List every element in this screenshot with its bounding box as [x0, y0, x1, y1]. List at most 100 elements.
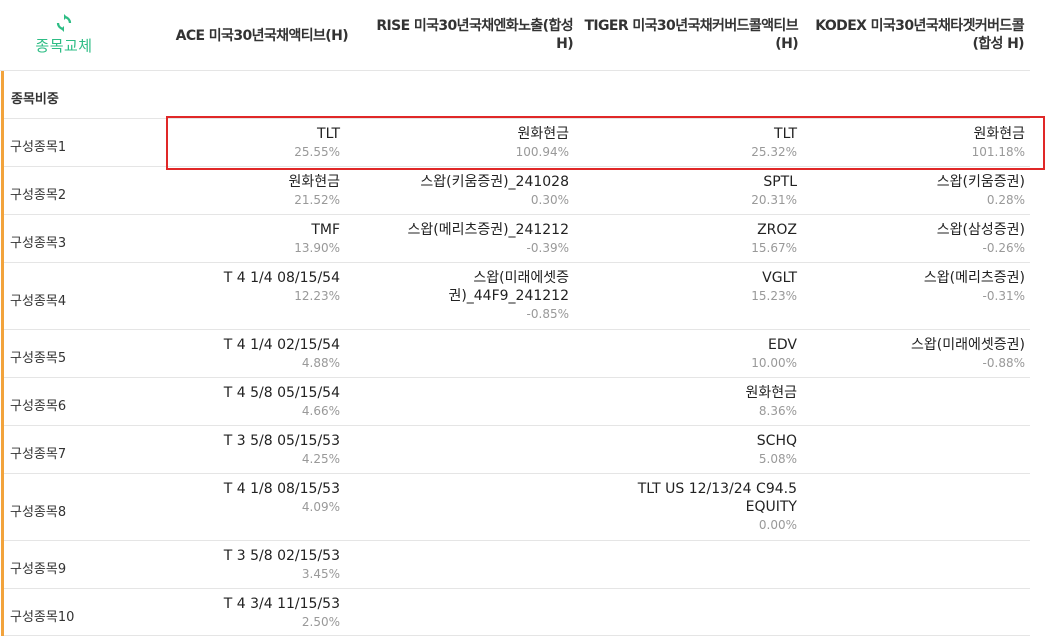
holding-weight: 3.45% [301, 567, 340, 581]
holding-cell: TLT 25.32% [584, 125, 797, 161]
table-row: 구성종목8 T 4 1/8 08/15/53 4.09% TLT US 12/13/2… [4, 474, 1030, 541]
holding-cell: 원화현금 101.18% [810, 125, 1025, 161]
holding-name: 스왑(미래에셋증권) [911, 337, 1025, 353]
holding-cell: EDV 10.00% [584, 336, 797, 372]
holding-weight: 13.90% [294, 241, 340, 255]
holding-weight: 100.94% [515, 145, 569, 159]
holding-name: T 3 5/8 05/15/53 [223, 433, 340, 449]
column-header-tiger: TIGER 미국30년국채커버드콜액티브(H) [584, 18, 798, 52]
holding-cell: 스왑(키움증권)_241028 0.30% [364, 173, 569, 209]
holding-cell: TLT 25.55% [154, 125, 340, 161]
holding-cell: T 3 5/8 05/15/53 4.25% [154, 432, 340, 468]
holding-cell: TLT US 12/13/24 C94.5 EQUITY 0.00% [624, 480, 797, 534]
table-row: 구성종목9 T 3 5/8 02/15/53 3.45% [4, 541, 1030, 589]
holding-name: TMF [311, 222, 340, 238]
table-row: 구성종목3 TMF 13.90% 스왑(메리츠증권)_241212 -0.39% ZROZ… [4, 215, 1030, 263]
holding-cell: T 4 1/8 08/15/53 4.09% [154, 480, 340, 516]
holding-weight: -0.39% [526, 241, 569, 255]
holding-cell: 스왑(키움증권) 0.28% [810, 173, 1025, 209]
row-label: 구성종목6 [10, 399, 67, 414]
holding-cell: T 4 1/4 08/15/54 12.23% [154, 269, 340, 305]
holding-weight: -0.26% [982, 241, 1025, 255]
holding-weight: -0.31% [982, 289, 1025, 303]
row-label: 구성종목9 [10, 562, 67, 577]
table-row: 구성종목4 T 4 1/4 08/15/54 12.23% 스왑(미래에셋증권)_44… [4, 263, 1030, 330]
holding-weight: 4.09% [301, 500, 340, 514]
holding-name: 원화현금 [288, 174, 340, 190]
table-row: 구성종목2 원화현금 21.52% 스왑(키움증권)_241028 0.30% SPTL 2… [4, 167, 1030, 215]
refresh-icon [56, 14, 72, 32]
holding-cell: VGLT 15.23% [584, 269, 797, 305]
row-label: 구성종목8 [10, 505, 67, 520]
holding-name: 원화현금 [745, 385, 797, 401]
holding-name: 스왑(삼성증권) [936, 222, 1025, 238]
row-label: 구성종목10 [10, 610, 75, 625]
holding-name: 원화현금 [973, 126, 1025, 142]
holding-name: EDV [768, 337, 797, 353]
swap-holdings-button[interactable]: 종목교체 [12, 14, 116, 56]
holding-cell: 스왑(메리츠증권)_241212 -0.39% [364, 221, 569, 257]
holding-weight: -0.85% [526, 307, 569, 321]
holding-name: ZROZ [757, 222, 797, 238]
table-row: 구성종목10 T 4 3/4 11/15/53 2.50% [4, 589, 1030, 636]
row-label: 구성종목5 [10, 351, 67, 366]
holding-cell: T 4 1/4 02/15/54 4.88% [154, 336, 340, 372]
row-label: 구성종목7 [10, 447, 67, 462]
table-row: 구성종목7 T 3 5/8 05/15/53 4.25% SCHQ 5.08% [4, 426, 1030, 474]
column-header-rise: RISE 미국30년국채엔화노출(합성 H) [376, 18, 573, 52]
holding-name: SPTL [763, 174, 797, 190]
swap-holdings-label: 종목교체 [35, 37, 93, 55]
table-row: 구성종목6 T 4 5/8 05/15/54 4.66% 원화현금 8.36% [4, 378, 1030, 426]
holding-weight: 0.00% [758, 518, 797, 532]
holding-weight: 4.25% [301, 452, 340, 466]
holding-weight: 10.00% [751, 356, 797, 370]
holding-cell: 원화현금 8.36% [584, 384, 797, 420]
holding-cell: 원화현금 21.52% [154, 173, 340, 209]
section-title: 종목비중 [11, 92, 59, 107]
row-label: 구성종목2 [10, 188, 67, 203]
holdings-comparison-table: 종목교체 ACE 미국30년국채액티브(H) RISE 미국30년국채엔화노출(… [0, 0, 1052, 636]
table-header: 종목교체 ACE 미국30년국채액티브(H) RISE 미국30년국채엔화노출(… [0, 0, 1030, 71]
holding-weight: 8.36% [758, 404, 797, 418]
holding-name: TLT US 12/13/24 C94.5 EQUITY [637, 481, 797, 515]
holding-cell: 스왑(삼성증권) -0.26% [810, 221, 1025, 257]
section-header: 종목비중 [4, 71, 1030, 119]
column-header-kodex: KODEX 미국30년국채타겟커버드콜(합성 H) [815, 18, 1024, 52]
holding-weight: 4.88% [301, 356, 340, 370]
holding-cell: 원화현금 100.94% [364, 125, 569, 161]
holding-name: TLT [317, 126, 340, 142]
holding-weight: 12.23% [294, 289, 340, 303]
holding-name: T 4 1/4 08/15/54 [223, 270, 340, 286]
holding-name: T 3 5/8 02/15/53 [223, 548, 340, 564]
holding-weight: 101.18% [971, 145, 1025, 159]
holding-weight: 0.28% [986, 193, 1025, 207]
holding-weight: 25.32% [751, 145, 797, 159]
holding-weight: -0.88% [982, 356, 1025, 370]
row-label: 구성종목1 [10, 140, 67, 155]
holding-cell: T 4 3/4 11/15/53 2.50% [154, 595, 340, 631]
holding-weight: 15.67% [751, 241, 797, 255]
column-header-ace: ACE 미국30년국채액티브(H) [175, 28, 349, 44]
holding-cell: ZROZ 15.67% [584, 221, 797, 257]
table-row: 구성종목1 TLT 25.55% 원화현금 100.94% TLT 25.32% 원화현금 10… [4, 119, 1030, 167]
holding-weight: 20.31% [751, 193, 797, 207]
holding-cell: SPTL 20.31% [584, 173, 797, 209]
holding-name: 스왑(메리츠증권) [923, 270, 1025, 286]
holding-weight: 5.08% [758, 452, 797, 466]
holding-cell: T 4 5/8 05/15/54 4.66% [154, 384, 340, 420]
table-row: 구성종목5 T 4 1/4 02/15/54 4.88% EDV 10.00% 스왑(미래… [4, 330, 1030, 378]
holding-cell: T 3 5/8 02/15/53 3.45% [154, 547, 340, 583]
holding-weight: 0.30% [530, 193, 569, 207]
holding-cell: SCHQ 5.08% [584, 432, 797, 468]
holding-name: SCHQ [756, 433, 797, 449]
holding-weight: 21.52% [294, 193, 340, 207]
holding-name: T 4 1/4 02/15/54 [223, 337, 340, 353]
holding-name: VGLT [762, 270, 797, 286]
holding-name: 스왑(메리츠증권)_241212 [407, 222, 569, 238]
holding-weight: 15.23% [751, 289, 797, 303]
holding-weight: 2.50% [301, 615, 340, 629]
holding-cell: TMF 13.90% [154, 221, 340, 257]
holding-name: 원화현금 [517, 126, 569, 142]
row-label: 구성종목3 [10, 236, 67, 251]
row-label: 구성종목4 [10, 294, 67, 309]
